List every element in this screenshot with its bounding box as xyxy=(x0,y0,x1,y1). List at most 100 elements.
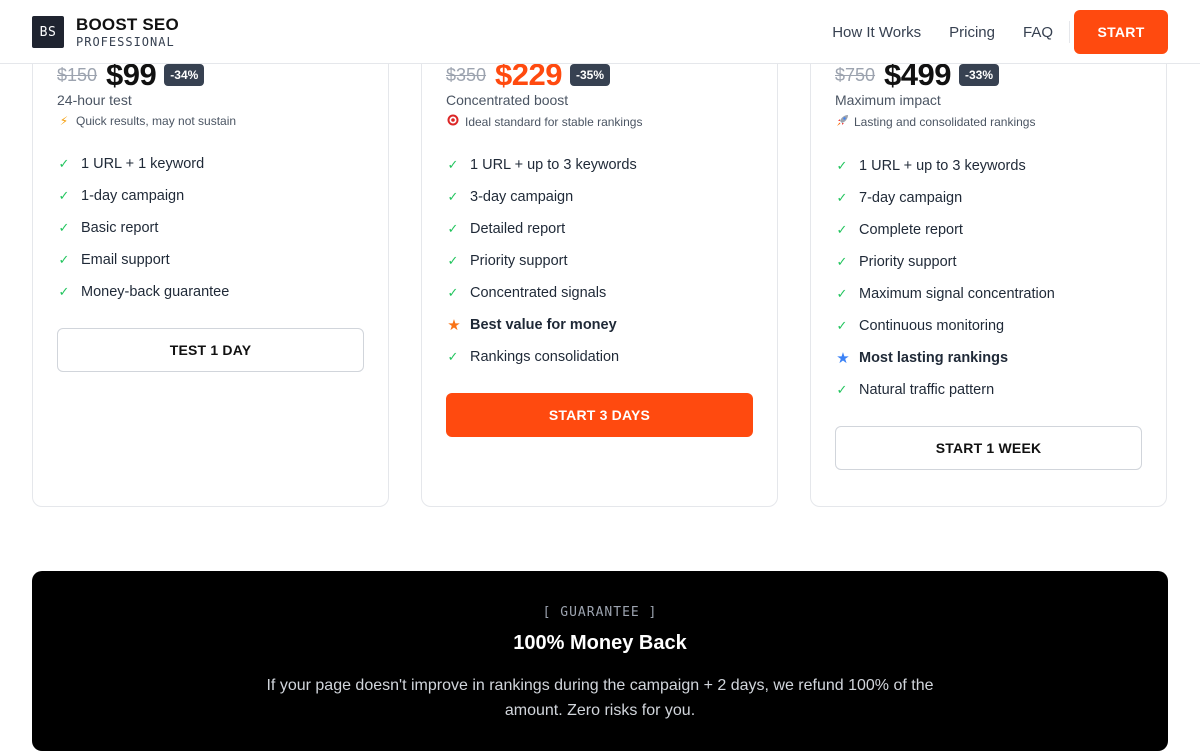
feature-item: ✓ Complete report xyxy=(835,214,1142,246)
feature-text: Best value for money xyxy=(470,317,617,333)
feature-text: Email support xyxy=(81,252,170,268)
feature-text: Priority support xyxy=(859,254,957,270)
plan-card-content: $150 $99 -34% 24-hour test ⚡ Quick resul… xyxy=(57,57,364,372)
test-1-day-button[interactable]: TEST 1 DAY xyxy=(57,328,364,372)
check-icon: ✓ xyxy=(836,254,848,269)
plan-note-text: Ideal standard for stable rankings xyxy=(465,114,643,129)
feature-text: Concentrated signals xyxy=(470,285,607,301)
feature-item: ✓ Rankings consolidation xyxy=(446,341,753,373)
check-icon: ✓ xyxy=(836,286,848,301)
old-price: $750 xyxy=(835,64,876,85)
check-icon: ✓ xyxy=(447,285,459,300)
guarantee-section: [ GUARANTEE ] 100% Money Back If your pa… xyxy=(32,571,1168,751)
feature-text: 1-day campaign xyxy=(81,188,185,204)
feature-text: 1 URL + 1 keyword xyxy=(81,156,205,172)
check-icon: ✓ xyxy=(836,222,848,237)
feature-list: ✓ 1 URL + 1 keyword ✓ 1-day campaign ✓ Basi… xyxy=(57,148,364,308)
star-icon: ★ xyxy=(836,350,850,367)
check-icon: ✓ xyxy=(447,157,459,172)
check-icon: ✓ xyxy=(447,349,459,364)
rocket-icon xyxy=(835,114,849,130)
plan-note: Ideal standard for stable rankings xyxy=(446,114,753,129)
feature-item: ✓ Money-back guarantee xyxy=(57,276,364,308)
check-icon: ✓ xyxy=(447,253,459,268)
guarantee-tag: [ GUARANTEE ] xyxy=(542,605,658,620)
feature-item: ✓ Basic report xyxy=(57,212,364,244)
check-icon: ✓ xyxy=(447,221,459,236)
lightning-icon: ⚡ xyxy=(59,114,69,128)
feature-text: Natural traffic pattern xyxy=(859,382,995,398)
nav-divider xyxy=(1069,21,1070,43)
feature-list: ✓ 1 URL + up to 3 keywords ✓ 3-day campaig… xyxy=(446,149,753,373)
nav-faq[interactable]: FAQ xyxy=(1023,24,1053,41)
check-icon: ✓ xyxy=(58,284,70,299)
plan-subtitle: Concentrated boost xyxy=(446,92,569,108)
feature-item: ✓ 1 URL + up to 3 keywords xyxy=(835,150,1142,182)
price-row: $150 $99 -34% xyxy=(57,57,364,92)
logo[interactable]: BS BOOST SEO PROFESSIONAL xyxy=(32,16,179,48)
feature-text: Priority support xyxy=(470,253,568,269)
start-1-week-button[interactable]: START 1 WEEK xyxy=(835,426,1142,470)
plan-card-content: $350 $229 -35% Concentrated boost Ideal … xyxy=(446,57,753,437)
feature-item-highlight: ★ Best value for money xyxy=(446,309,753,341)
feature-item: ✓ Natural traffic pattern xyxy=(835,374,1142,406)
logo-mark: BS xyxy=(32,16,64,48)
feature-item: ✓ Priority support xyxy=(446,245,753,277)
feature-text: Detailed report xyxy=(470,221,566,237)
feature-item: ✓ Detailed report xyxy=(446,213,753,245)
feature-text: Basic report xyxy=(81,220,159,236)
price-row: $750 $499 -33% xyxy=(835,57,1142,92)
check-icon: ✓ xyxy=(58,252,70,267)
feature-item: ✓ 7-day campaign xyxy=(835,182,1142,214)
plan-note-text: Quick results, may not sustain xyxy=(76,114,237,128)
plan-note: ⚡ Quick results, may not sustain xyxy=(57,114,364,128)
plan-note: Lasting and consolidated rankings xyxy=(835,114,1142,130)
discount-badge: -34% xyxy=(164,64,205,86)
feature-text: Rankings consolidation xyxy=(470,349,620,365)
feature-item: ✓ 1 URL + up to 3 keywords xyxy=(446,149,753,181)
plan-card-3-days: $350 $229 -35% Concentrated boost Ideal … xyxy=(421,0,778,507)
pricing-cards: $150 $99 -34% 24-hour test ⚡ Quick resul… xyxy=(32,0,1168,507)
price-row: $350 $229 -35% xyxy=(446,57,753,92)
main-nav: How It Works Pricing FAQ START xyxy=(832,10,1168,54)
plan-card-1-day: $150 $99 -34% 24-hour test ⚡ Quick resul… xyxy=(32,0,389,507)
check-icon: ✓ xyxy=(836,318,848,333)
feature-text: 3-day campaign xyxy=(470,189,574,205)
feature-text: Maximum signal concentration xyxy=(859,286,1055,302)
feature-text: 1 URL + up to 3 keywords xyxy=(859,158,1026,174)
feature-text: Most lasting rankings xyxy=(859,350,1009,366)
site-header: BS BOOST SEO PROFESSIONAL How It Works P… xyxy=(0,0,1200,64)
feature-text: Money-back guarantee xyxy=(81,284,230,300)
brand-subtitle: PROFESSIONAL xyxy=(76,35,175,49)
feature-text: 7-day campaign xyxy=(859,190,963,206)
feature-item: ✓ Concentrated signals xyxy=(446,277,753,309)
check-icon: ✓ xyxy=(836,382,848,397)
feature-text: Continuous monitoring xyxy=(859,318,1005,334)
plan-subtitle: 24-hour test xyxy=(57,92,132,108)
feature-item: ✓ Maximum signal concentration xyxy=(835,278,1142,310)
old-price: $150 xyxy=(57,64,98,85)
feature-item: ✓ 3-day campaign xyxy=(446,181,753,213)
plan-note-text: Lasting and consolidated rankings xyxy=(854,115,1036,129)
feature-text: 1 URL + up to 3 keywords xyxy=(470,157,637,173)
check-icon: ✓ xyxy=(836,190,848,205)
discount-badge: -35% xyxy=(570,64,611,86)
check-icon: ✓ xyxy=(447,189,459,204)
plan-card-content: $750 $499 -33% Maximum impact Lasting an… xyxy=(835,57,1142,470)
feature-list: ✓ 1 URL + up to 3 keywords ✓ 7-day campaig… xyxy=(835,150,1142,406)
feature-item: ✓ 1 URL + 1 keyword xyxy=(57,148,364,180)
start-3-days-button[interactable]: START 3 DAYS xyxy=(446,393,753,437)
feature-item: ✓ Priority support xyxy=(835,246,1142,278)
target-icon xyxy=(446,114,460,129)
nav-how-it-works[interactable]: How It Works xyxy=(832,24,921,41)
feature-item: ✓ Continuous monitoring xyxy=(835,310,1142,342)
nav-pricing[interactable]: Pricing xyxy=(949,24,995,41)
discount-badge: -33% xyxy=(959,64,1000,86)
feature-item-highlight: ★ Most lasting rankings xyxy=(835,342,1142,374)
check-icon: ✓ xyxy=(58,188,70,203)
logo-text: BOOST SEO PROFESSIONAL xyxy=(76,16,179,48)
start-button[interactable]: START xyxy=(1074,10,1168,54)
guarantee-title: 100% Money Back xyxy=(513,632,687,654)
feature-item: ✓ 1-day campaign xyxy=(57,180,364,212)
star-icon: ★ xyxy=(447,317,461,334)
